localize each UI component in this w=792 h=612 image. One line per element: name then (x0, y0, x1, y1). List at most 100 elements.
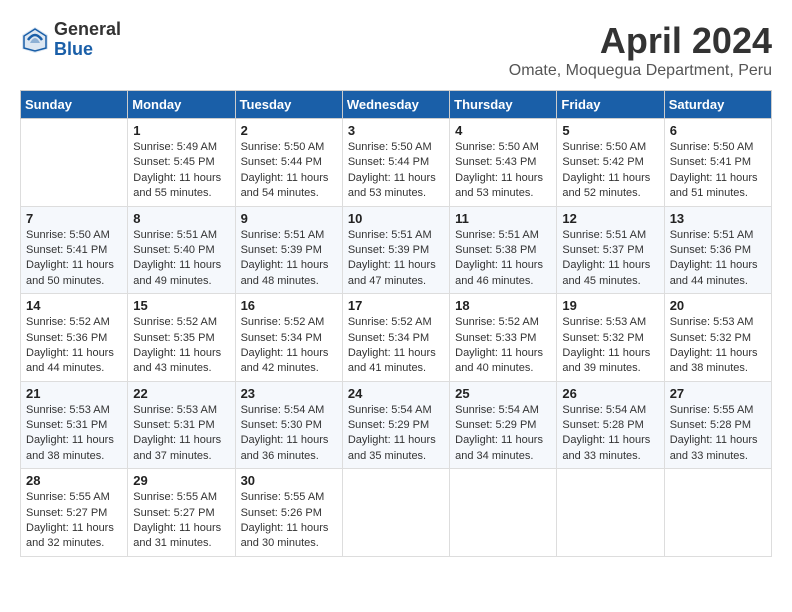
day-number: 15 (133, 298, 229, 313)
header-day-tuesday: Tuesday (235, 91, 342, 119)
calendar-table: SundayMondayTuesdayWednesdayThursdayFrid… (20, 90, 772, 557)
calendar-cell: 12 Sunrise: 5:51 AM Sunset: 5:37 PM Dayli… (557, 206, 664, 294)
day-info: Sunrise: 5:54 AM Sunset: 5:29 PM Dayligh… (455, 403, 551, 465)
calendar-cell: 25 Sunrise: 5:54 AM Sunset: 5:29 PM Dayli… (450, 381, 557, 469)
calendar-cell: 7 Sunrise: 5:50 AM Sunset: 5:41 PM Daylig… (21, 206, 128, 294)
day-number: 1 (133, 123, 229, 138)
day-info: Sunrise: 5:51 AM Sunset: 5:37 PM Dayligh… (562, 228, 658, 290)
day-info: Sunrise: 5:54 AM Sunset: 5:28 PM Dayligh… (562, 403, 658, 465)
day-number: 4 (455, 123, 551, 138)
header-row: SundayMondayTuesdayWednesdayThursdayFrid… (21, 91, 772, 119)
day-info: Sunrise: 5:53 AM Sunset: 5:31 PM Dayligh… (26, 403, 122, 465)
day-number: 25 (455, 386, 551, 401)
day-number: 6 (670, 123, 766, 138)
day-info: Sunrise: 5:50 AM Sunset: 5:41 PM Dayligh… (26, 228, 122, 290)
day-number: 18 (455, 298, 551, 313)
day-number: 10 (348, 211, 444, 226)
day-info: Sunrise: 5:55 AM Sunset: 5:26 PM Dayligh… (241, 490, 337, 552)
logo-blue-text: Blue (54, 40, 121, 60)
day-number: 13 (670, 211, 766, 226)
title-block: April 2024 Omate, Moquegua Department, P… (509, 20, 772, 80)
header-day-friday: Friday (557, 91, 664, 119)
calendar-cell: 13 Sunrise: 5:51 AM Sunset: 5:36 PM Dayli… (664, 206, 771, 294)
day-info: Sunrise: 5:50 AM Sunset: 5:41 PM Dayligh… (670, 140, 766, 202)
day-info: Sunrise: 5:54 AM Sunset: 5:29 PM Dayligh… (348, 403, 444, 465)
day-number: 30 (241, 473, 337, 488)
day-number: 27 (670, 386, 766, 401)
calendar-cell (557, 469, 664, 557)
day-number: 20 (670, 298, 766, 313)
calendar-cell: 22 Sunrise: 5:53 AM Sunset: 5:31 PM Dayli… (128, 381, 235, 469)
logo-general-text: General (54, 20, 121, 40)
calendar-cell: 4 Sunrise: 5:50 AM Sunset: 5:43 PM Daylig… (450, 119, 557, 207)
day-info: Sunrise: 5:53 AM Sunset: 5:31 PM Dayligh… (133, 403, 229, 465)
day-info: Sunrise: 5:54 AM Sunset: 5:30 PM Dayligh… (241, 403, 337, 465)
day-info: Sunrise: 5:52 AM Sunset: 5:34 PM Dayligh… (348, 315, 444, 377)
calendar-cell: 28 Sunrise: 5:55 AM Sunset: 5:27 PM Dayli… (21, 469, 128, 557)
calendar-cell: 17Sunrise: 5:52 AM Sunset: 5:34 PM Dayli… (342, 294, 449, 382)
day-number: 21 (26, 386, 122, 401)
logo-text: General Blue (54, 20, 121, 60)
day-info: Sunrise: 5:52 AM Sunset: 5:35 PM Dayligh… (133, 315, 229, 377)
calendar-cell: 3Sunrise: 5:50 AM Sunset: 5:44 PM Daylig… (342, 119, 449, 207)
day-info: Sunrise: 5:55 AM Sunset: 5:27 PM Dayligh… (26, 490, 122, 552)
calendar-cell: 11Sunrise: 5:51 AM Sunset: 5:38 PM Dayli… (450, 206, 557, 294)
day-info: Sunrise: 5:50 AM Sunset: 5:44 PM Dayligh… (241, 140, 337, 202)
calendar-cell: 27 Sunrise: 5:55 AM Sunset: 5:28 PM Dayli… (664, 381, 771, 469)
day-info: Sunrise: 5:52 AM Sunset: 5:33 PM Dayligh… (455, 315, 551, 377)
day-info: Sunrise: 5:52 AM Sunset: 5:34 PM Dayligh… (241, 315, 337, 377)
calendar-cell: 9 Sunrise: 5:51 AM Sunset: 5:39 PM Daylig… (235, 206, 342, 294)
calendar-cell: 26 Sunrise: 5:54 AM Sunset: 5:28 PM Dayli… (557, 381, 664, 469)
day-info: Sunrise: 5:49 AM Sunset: 5:45 PM Dayligh… (133, 140, 229, 202)
day-info: Sunrise: 5:51 AM Sunset: 5:38 PM Dayligh… (455, 228, 551, 290)
week-row-4: 21 Sunrise: 5:53 AM Sunset: 5:31 PM Dayli… (21, 381, 772, 469)
header-day-monday: Monday (128, 91, 235, 119)
day-info: Sunrise: 5:50 AM Sunset: 5:44 PM Dayligh… (348, 140, 444, 202)
week-row-3: 14Sunrise: 5:52 AM Sunset: 5:36 PM Dayli… (21, 294, 772, 382)
logo-icon (20, 25, 50, 55)
calendar-cell: 5 Sunrise: 5:50 AM Sunset: 5:42 PM Daylig… (557, 119, 664, 207)
logo: General Blue (20, 20, 121, 60)
day-info: Sunrise: 5:55 AM Sunset: 5:27 PM Dayligh… (133, 490, 229, 552)
day-number: 23 (241, 386, 337, 401)
calendar-cell (342, 469, 449, 557)
header-day-sunday: Sunday (21, 91, 128, 119)
calendar-cell: 8Sunrise: 5:51 AM Sunset: 5:40 PM Daylig… (128, 206, 235, 294)
day-number: 14 (26, 298, 122, 313)
day-number: 12 (562, 211, 658, 226)
day-info: Sunrise: 5:53 AM Sunset: 5:32 PM Dayligh… (562, 315, 658, 377)
header-day-wednesday: Wednesday (342, 91, 449, 119)
location-subtitle: Omate, Moquegua Department, Peru (509, 62, 772, 80)
day-info: Sunrise: 5:55 AM Sunset: 5:28 PM Dayligh… (670, 403, 766, 465)
day-number: 22 (133, 386, 229, 401)
page-header: General Blue April 2024 Omate, Moquegua … (20, 20, 772, 80)
day-number: 16 (241, 298, 337, 313)
calendar-cell: 24 Sunrise: 5:54 AM Sunset: 5:29 PM Dayli… (342, 381, 449, 469)
day-info: Sunrise: 5:50 AM Sunset: 5:43 PM Dayligh… (455, 140, 551, 202)
calendar-cell: 10Sunrise: 5:51 AM Sunset: 5:39 PM Dayli… (342, 206, 449, 294)
day-number: 7 (26, 211, 122, 226)
calendar-cell: 29 Sunrise: 5:55 AM Sunset: 5:27 PM Dayli… (128, 469, 235, 557)
calendar-cell (21, 119, 128, 207)
calendar-cell: 30 Sunrise: 5:55 AM Sunset: 5:26 PM Dayli… (235, 469, 342, 557)
day-number: 26 (562, 386, 658, 401)
week-row-1: 1 Sunrise: 5:49 AM Sunset: 5:45 PM Daylig… (21, 119, 772, 207)
day-number: 9 (241, 211, 337, 226)
week-row-2: 7 Sunrise: 5:50 AM Sunset: 5:41 PM Daylig… (21, 206, 772, 294)
day-number: 5 (562, 123, 658, 138)
day-number: 24 (348, 386, 444, 401)
calendar-cell: 2Sunrise: 5:50 AM Sunset: 5:44 PM Daylig… (235, 119, 342, 207)
day-number: 19 (562, 298, 658, 313)
day-number: 29 (133, 473, 229, 488)
day-info: Sunrise: 5:53 AM Sunset: 5:32 PM Dayligh… (670, 315, 766, 377)
calendar-cell: 18 Sunrise: 5:52 AM Sunset: 5:33 PM Dayli… (450, 294, 557, 382)
week-row-5: 28 Sunrise: 5:55 AM Sunset: 5:27 PM Dayli… (21, 469, 772, 557)
calendar-cell: 20 Sunrise: 5:53 AM Sunset: 5:32 PM Dayli… (664, 294, 771, 382)
day-number: 28 (26, 473, 122, 488)
calendar-body: 1 Sunrise: 5:49 AM Sunset: 5:45 PM Daylig… (21, 119, 772, 557)
day-info: Sunrise: 5:50 AM Sunset: 5:42 PM Dayligh… (562, 140, 658, 202)
day-info: Sunrise: 5:51 AM Sunset: 5:36 PM Dayligh… (670, 228, 766, 290)
calendar-header: SundayMondayTuesdayWednesdayThursdayFrid… (21, 91, 772, 119)
day-info: Sunrise: 5:51 AM Sunset: 5:39 PM Dayligh… (241, 228, 337, 290)
calendar-cell: 19 Sunrise: 5:53 AM Sunset: 5:32 PM Dayli… (557, 294, 664, 382)
